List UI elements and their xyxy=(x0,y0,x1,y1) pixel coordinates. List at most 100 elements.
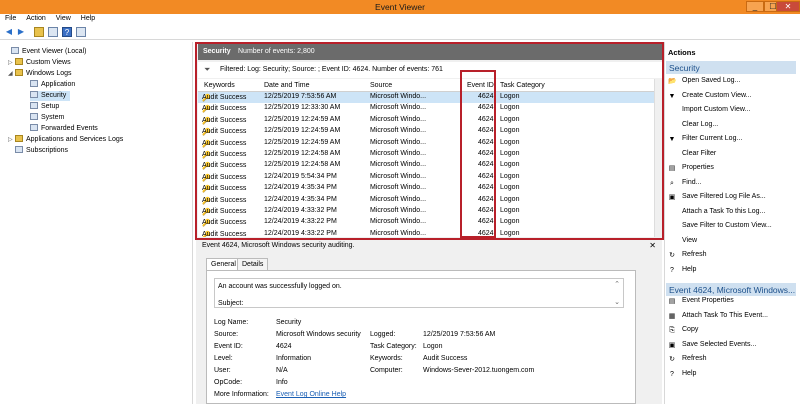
col-keywords[interactable]: Keywords xyxy=(204,82,235,89)
action-item[interactable]: ? Help xyxy=(668,266,696,278)
task-category-cell: Logon xyxy=(500,115,520,123)
table-row[interactable]: 🔑 Audit Success 12/25/2019 12:24:59 AM Mic… xyxy=(198,138,654,149)
action-item[interactable]: ⌕ Find... xyxy=(668,179,701,191)
datetime-cell: 12/24/2019 4:35:34 PM xyxy=(264,195,337,203)
keyword-text: Audit Success xyxy=(202,208,247,215)
actions-section-event[interactable]: Event 4624, Microsoft Windows... xyxy=(666,283,796,296)
action-label: View xyxy=(682,236,698,244)
menu-help[interactable]: Help xyxy=(76,14,100,23)
action-pane-icon[interactable] xyxy=(76,27,86,37)
scroll-up-icon[interactable]: ⌃ xyxy=(614,280,620,288)
action-item[interactable]: ? Help xyxy=(668,370,696,382)
table-row[interactable]: 🔑 Audit Success 12/25/2019 7:53:56 AM Micr… xyxy=(198,92,654,104)
tab-general[interactable]: General xyxy=(206,258,241,270)
col-event-id[interactable]: Event ID xyxy=(467,82,494,89)
task-category-cell: Logon xyxy=(500,138,520,146)
tree-item-windows-logs[interactable]: ◢ Windows Logs xyxy=(8,69,72,79)
event-message-box[interactable]: An account was successfully logged on. S… xyxy=(214,278,624,308)
table-row[interactable]: 🔑 Audit Success 12/25/2019 12:33:30 AM Mic… xyxy=(198,103,654,114)
minimize-button[interactable]: _ xyxy=(746,1,764,12)
collapse-arrow-icon[interactable]: ◢ xyxy=(8,69,15,79)
action-item[interactable]: ↻ Refresh xyxy=(668,355,707,367)
detail-close-icon[interactable]: ✕ xyxy=(649,241,656,250)
datetime-cell: 12/24/2019 4:35:34 PM xyxy=(264,184,337,192)
tree-item-security[interactable]: Security xyxy=(30,91,71,101)
task-category-cell: Logon xyxy=(500,127,520,135)
event-id-cell: 4624 xyxy=(478,138,494,146)
source-value: Microsoft Windows security xyxy=(276,331,361,338)
action-item[interactable]: ↻ Refresh xyxy=(668,251,706,263)
col-source[interactable]: Source xyxy=(370,82,392,89)
grid-scrollbar[interactable] xyxy=(654,79,662,237)
actions-section-security[interactable]: Security xyxy=(666,61,796,74)
menu-action[interactable]: Action xyxy=(21,14,50,23)
tree-item-application[interactable]: Application xyxy=(30,80,75,90)
action-item[interactable]: ⎘ Copy xyxy=(668,326,698,338)
tree-item-custom-views[interactable]: ▷ Custom Views xyxy=(8,58,71,68)
table-row[interactable]: 🔑 Audit Success 12/24/2019 5:54:34 PM Micr… xyxy=(198,172,654,183)
action-item[interactable]: ▼ Create Custom View... xyxy=(668,92,752,104)
tree-item-system[interactable]: System xyxy=(30,113,64,123)
folder-icon xyxy=(15,69,23,76)
forward-arrow-icon[interactable]: ▶ xyxy=(16,27,26,37)
action-item[interactable]: Import Custom View... xyxy=(668,106,750,118)
event-id-cell: 4624 xyxy=(478,93,494,100)
action-icon: ⎘ xyxy=(669,327,675,334)
action-item[interactable]: Attach a Task To this Log... xyxy=(668,208,765,220)
tree-item-event-viewer-local[interactable]: Event Viewer (Local) xyxy=(4,47,86,57)
online-help-link[interactable]: Event Log Online Help xyxy=(276,391,346,398)
folder-icon[interactable] xyxy=(34,27,44,37)
table-row[interactable]: 🔑 Audit Success 12/24/2019 4:33:22 PM Micr… xyxy=(198,217,654,228)
action-item[interactable]: ▤ Event Properties xyxy=(668,297,734,309)
expand-arrow-icon[interactable]: ▷ xyxy=(8,58,15,68)
action-item[interactable]: Clear Filter xyxy=(668,150,716,162)
source-cell: Microsoft Windo... xyxy=(370,150,427,157)
col-task-category[interactable]: Task Category xyxy=(500,82,545,89)
action-item[interactable]: ▣ Save Selected Events... xyxy=(668,341,757,353)
tab-details[interactable]: Details xyxy=(237,258,269,270)
tree-item-setup[interactable]: Setup xyxy=(30,102,59,112)
action-item[interactable]: 📂 Open Saved Log... xyxy=(668,77,740,89)
table-row[interactable]: 🔑 Audit Success 12/24/2019 4:33:22 PM Micr… xyxy=(198,229,654,237)
action-item[interactable]: Clear Log... xyxy=(668,121,718,133)
more-info-label: More Information: xyxy=(214,391,269,398)
table-row[interactable]: 🔑 Audit Success 12/25/2019 12:24:59 AM Mic… xyxy=(198,115,654,126)
table-row[interactable]: 🔑 Audit Success 12/24/2019 4:35:34 PM Micr… xyxy=(198,195,654,206)
action-item[interactable]: ▤ Properties xyxy=(668,164,714,176)
action-label: Refresh xyxy=(682,355,707,362)
tree-item-forwarded-events[interactable]: Forwarded Events xyxy=(30,124,98,134)
close-button[interactable]: ✕ xyxy=(776,1,800,12)
event-id-label: Event ID: xyxy=(214,343,243,350)
help-icon[interactable]: ? xyxy=(62,27,72,37)
scroll-down-icon[interactable]: ⌄ xyxy=(614,298,620,306)
col-date-time[interactable]: Date and Time xyxy=(264,82,310,89)
datetime-cell: 12/25/2019 12:24:59 AM xyxy=(264,127,341,135)
action-label: Import Custom View... xyxy=(682,106,751,113)
action-item[interactable]: ▼ Filter Current Log... xyxy=(668,135,743,147)
menu-file[interactable]: File xyxy=(0,14,21,23)
menu-view[interactable]: View xyxy=(51,14,76,23)
subscriptions-icon xyxy=(15,146,23,153)
console-tree-icon[interactable] xyxy=(48,27,58,37)
source-label: Source: xyxy=(214,331,239,338)
keywords-value: Audit Success xyxy=(423,355,468,362)
table-row[interactable]: 🔑 Audit Success 12/24/2019 4:33:32 PM Micr… xyxy=(198,206,654,217)
table-row[interactable]: 🔑 Audit Success 12/25/2019 12:24:59 AM Mic… xyxy=(198,126,654,137)
action-item[interactable]: Save Filter to Custom View... xyxy=(668,222,772,234)
expand-arrow-icon[interactable]: ▷ xyxy=(8,135,15,145)
back-arrow-icon[interactable]: ◀ xyxy=(4,27,14,37)
action-label: Properties xyxy=(682,164,714,171)
task-category-cell: Logon xyxy=(500,93,520,100)
table-row[interactable]: 🔑 Audit Success 12/24/2019 4:35:34 PM Micr… xyxy=(198,183,654,194)
action-icon: ? xyxy=(670,266,674,274)
event-viewer-icon xyxy=(11,47,19,54)
action-item[interactable]: ▣ Save Filtered Log File As... xyxy=(668,193,766,205)
action-item[interactable]: View xyxy=(668,237,697,249)
tree-item-subscriptions[interactable]: Subscriptions xyxy=(15,146,68,156)
source-cell: Microsoft Windo... xyxy=(370,138,427,146)
table-row[interactable]: 🔑 Audit Success 12/25/2019 12:24:58 AM Mic… xyxy=(198,160,654,171)
tree-item-applications-services-logs[interactable]: ▷ Applications and Services Logs xyxy=(8,135,123,145)
action-icon: ▼ xyxy=(668,92,676,100)
action-item[interactable]: ▦ Attach Task To This Event... xyxy=(668,312,768,324)
table-row[interactable]: 🔑 Audit Success 12/25/2019 12:24:58 AM Mic… xyxy=(198,149,654,160)
